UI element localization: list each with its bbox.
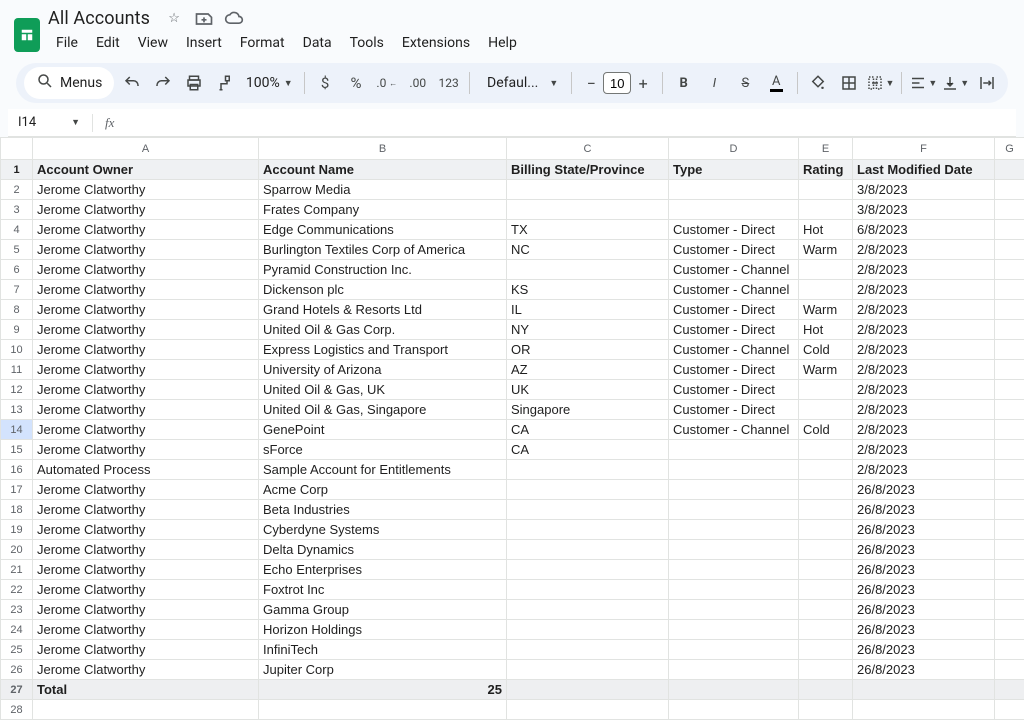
table-row[interactable]: 4Jerome ClatworthyEdge CommunicationsTXC… [1,220,1024,240]
menu-help[interactable]: Help [480,31,525,55]
menu-tools[interactable]: Tools [342,31,392,55]
menu-file[interactable]: File [48,31,86,55]
table-row[interactable]: 6Jerome ClatworthyPyramid Construction I… [1,260,1024,280]
menu-insert[interactable]: Insert [178,31,230,55]
spreadsheet-grid[interactable]: ABCDEFG 1 Account OwnerAccount NameBilli… [0,137,1024,720]
text-color-button[interactable]: A [763,69,790,97]
paint-format-button[interactable] [211,69,238,97]
table-row[interactable]: 25Jerome ClatworthyInfiniTech26/8/2023 [1,640,1024,660]
fx-icon: fx [99,115,120,131]
fill-color-button[interactable] [805,69,832,97]
zoom-select[interactable]: 100%▼ [242,75,297,91]
name-box-value: I14 [18,115,36,130]
table-row[interactable]: 11Jerome ClatworthyUniversity of Arizona… [1,360,1024,380]
table-row[interactable]: 7Jerome ClatworthyDickenson plcKSCustome… [1,280,1024,300]
table-row[interactable]: 24Jerome ClatworthyHorizon Holdings26/8/… [1,620,1024,640]
print-button[interactable] [180,69,207,97]
table-row[interactable]: 5Jerome ClatworthyBurlington Textiles Co… [1,240,1024,260]
format-currency[interactable]: $ [312,69,339,97]
undo-button[interactable] [118,69,145,97]
decrease-font-size[interactable]: − [579,71,603,95]
doc-title[interactable]: All Accounts [48,8,150,29]
header-row[interactable]: 1 Account OwnerAccount NameBilling State… [1,160,1024,180]
table-row[interactable]: 16Automated ProcessSample Account for En… [1,460,1024,480]
menu-edit[interactable]: Edit [88,31,128,55]
increase-font-size[interactable]: + [631,71,655,95]
table-row[interactable]: 20Jerome ClatworthyDelta Dynamics26/8/20… [1,540,1024,560]
table-row[interactable]: 23Jerome ClatworthyGamma Group26/8/2023 [1,600,1024,620]
vertical-align-button[interactable]: ▼ [941,69,969,97]
table-row[interactable]: 26Jerome ClatworthyJupiter Corp26/8/2023 [1,660,1024,680]
column-headers[interactable]: ABCDEFG [1,138,1024,160]
menu-extensions[interactable]: Extensions [394,31,478,55]
decrease-decimal[interactable]: .0 ← [373,69,400,97]
font-size-input[interactable] [603,72,631,94]
menubar: File Edit View Insert Format Data Tools … [48,29,525,61]
table-row[interactable]: 18Jerome ClatworthyBeta Industries26/8/2… [1,500,1024,520]
table-row[interactable]: 15Jerome ClatworthysForceCA2/8/2023 [1,440,1024,460]
format-percent[interactable]: % [343,69,370,97]
table-row[interactable]: 22Jerome ClatworthyFoxtrot Inc26/8/2023 [1,580,1024,600]
menu-format[interactable]: Format [232,31,293,55]
search-menus[interactable]: Menus [24,67,114,99]
table-row[interactable]: 19Jerome ClatworthyCyberdyne Systems26/8… [1,520,1024,540]
table-row[interactable]: 10Jerome ClatworthyExpress Logistics and… [1,340,1024,360]
italic-button[interactable]: I [701,69,728,97]
horizontal-align-button[interactable]: ▼ [909,69,937,97]
merge-cells-button[interactable]: ▼ [866,69,894,97]
sheets-logo[interactable] [14,18,40,52]
table-row[interactable]: 12Jerome ClatworthyUnited Oil & Gas, UKU… [1,380,1024,400]
menu-data[interactable]: Data [295,31,340,55]
more-formats[interactable]: 123 [435,69,462,97]
star-icon[interactable]: ☆ [164,9,184,29]
name-box[interactable]: I14▼ [14,115,86,130]
bold-button[interactable]: B [670,69,697,97]
formula-bar[interactable] [120,113,1016,132]
move-icon[interactable] [194,9,214,29]
search-icon [36,72,54,94]
table-row[interactable]: 9Jerome ClatworthyUnited Oil & Gas Corp.… [1,320,1024,340]
table-row[interactable]: 2Jerome ClatworthySparrow Media3/8/2023 [1,180,1024,200]
search-menus-label: Menus [60,75,102,91]
table-row[interactable]: 17Jerome ClatworthyAcme Corp26/8/2023 [1,480,1024,500]
redo-button[interactable] [149,69,176,97]
menu-view[interactable]: View [130,31,176,55]
table-row[interactable]: 14Jerome ClatworthyGenePointCACustomer -… [1,420,1024,440]
total-row[interactable]: 27 Total25 [1,680,1024,700]
zoom-value: 100% [246,75,280,91]
borders-button[interactable] [836,69,863,97]
increase-decimal[interactable]: .00 [404,69,431,97]
table-row[interactable]: 13Jerome ClatworthyUnited Oil & Gas, Sin… [1,400,1024,420]
font-family-select[interactable]: Defaul...▼ [477,75,564,91]
cloud-status-icon[interactable] [224,9,244,29]
text-wrap-button[interactable] [973,69,1000,97]
strikethrough-button[interactable]: S [732,69,759,97]
table-row[interactable]: 3Jerome ClatworthyFrates Company3/8/2023 [1,200,1024,220]
table-row[interactable]: 8Jerome ClatworthyGrand Hotels & Resorts… [1,300,1024,320]
toolbar: Menus 100%▼ $ % .0 ← .00 123 Defaul...▼ … [16,63,1008,103]
table-row[interactable]: 28 [1,700,1024,720]
table-row[interactable]: 21Jerome ClatworthyEcho Enterprises26/8/… [1,560,1024,580]
font-family-label: Defaul... [487,75,538,91]
